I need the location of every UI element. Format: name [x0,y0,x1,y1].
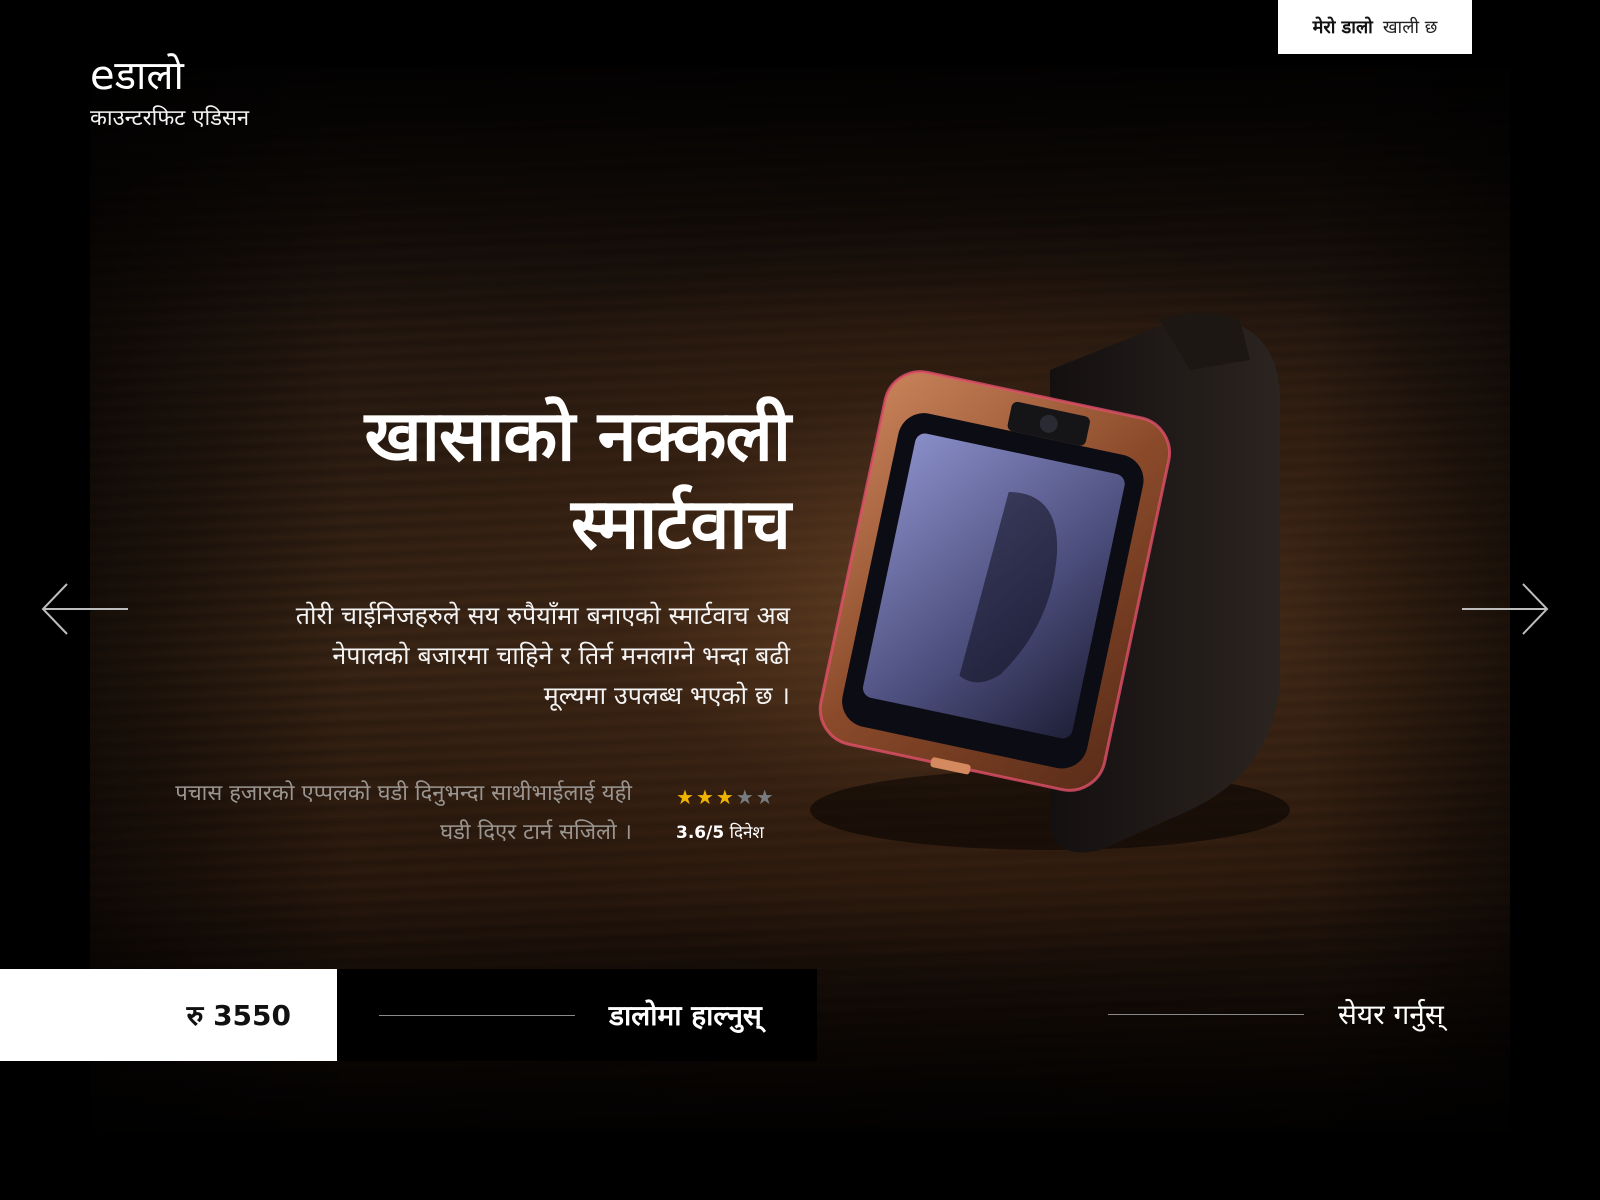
star-empty-icon: ★ [735,785,754,809]
star-empty-icon: ★ [755,785,774,809]
cart-status: खाली छ [1382,17,1438,38]
star-filled-icon: ★ [695,785,714,809]
product-title-line-1: खासाको नक्कली [364,395,791,477]
add-to-cart-button[interactable]: डालोमा हाल्नुस् [337,969,817,1061]
star-filled-icon: ★ [715,785,734,809]
share-label: सेयर गर्नुस् [1338,998,1444,1031]
reviewer-name: दिनेश [729,823,764,843]
cart-label: मेरो डालो [1312,17,1373,38]
brand-logo[interactable]: eडालो [90,52,249,100]
add-to-cart-label: डालोमा हाल्नुस् [609,999,762,1032]
cart-button[interactable]: मेरो डालो खाली छ [1278,0,1472,54]
arrow-left-icon[interactable] [40,582,130,636]
review-quote: पचास हजारको एप्पलको घडी दिनुभन्दा साथीभा… [175,781,632,845]
rating-score: 3.6/5 [676,823,725,843]
price-value: रु 3550 [186,999,291,1032]
brand[interactable]: eडालो काउन्टरफिट एडिसन [90,52,249,134]
share-divider [1108,1013,1304,1015]
share-button[interactable]: सेयर गर्नुस् [1108,984,1444,1044]
star-filled-icon: ★ [676,785,694,809]
rating-block: ★ ★ ★ ★ ★ 3.6/5 दिनेश [676,786,816,843]
brand-tagline: काउन्टरफिट एडिसन [90,106,250,131]
arrow-right-icon[interactable] [1460,582,1550,636]
product-title: खासाको नक्कली स्मार्टवाच [364,392,791,568]
star-rating: ★ ★ ★ ★ ★ [676,786,816,808]
product-slide: eडालो काउन्टरफिट एडिसन मेरो डालो खाली छ … [0,0,1600,1200]
rating-line: 3.6/5 दिनेश [676,820,816,843]
product-title-line-2: स्मार्टवाच [571,483,791,565]
product-description: तोरी चाईनिजहरुले सय रुपैयाँमा बनाएको स्म… [295,601,790,710]
add-to-cart-divider [379,1014,575,1016]
price-tag: रु 3550 [0,969,337,1061]
